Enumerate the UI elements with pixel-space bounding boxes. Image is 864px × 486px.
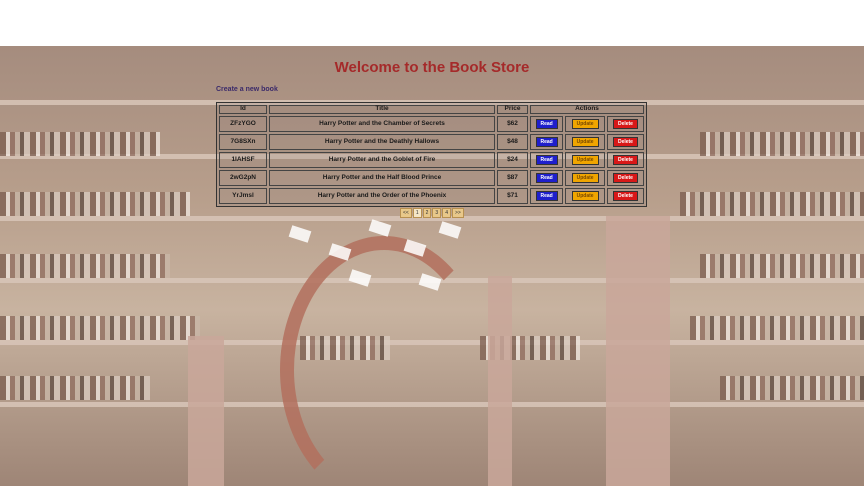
top-blank-bar — [0, 0, 864, 46]
update-button[interactable]: Update — [571, 191, 599, 201]
delete-button[interactable]: Delete — [612, 119, 638, 129]
bookshelf-books — [0, 254, 170, 278]
cell-price: $62 — [497, 116, 528, 132]
column-header-title: Title — [269, 105, 495, 114]
column-header-actions: Actions — [530, 105, 644, 114]
cell-title: Harry Potter and the Goblet of Fire — [269, 152, 495, 168]
pagination-page-3[interactable]: 3 — [432, 208, 442, 218]
delete-button[interactable]: Delete — [612, 191, 638, 201]
table-row: 1IAHSF Harry Potter and the Goblet of Fir… — [219, 152, 644, 168]
pagination-page-2[interactable]: 2 — [422, 208, 432, 218]
bookshelf-books — [0, 376, 150, 400]
pagination-page-4[interactable]: 4 — [442, 208, 451, 218]
cell-price: $87 — [497, 170, 528, 186]
bookshelf-books — [700, 254, 864, 278]
bookshelf-books — [720, 376, 864, 400]
cell-title: Harry Potter and the Deathly Hallows — [269, 134, 495, 150]
cell-action-update: Update — [565, 134, 605, 150]
cell-id: 2wG2pN — [219, 170, 267, 186]
cell-action-update: Update — [565, 116, 605, 132]
cell-title: Harry Potter and the Order of the Phoeni… — [269, 188, 495, 204]
hanging-paper — [438, 221, 462, 239]
cell-action-update: Update — [565, 170, 605, 186]
cell-price: $24 — [497, 152, 528, 168]
cell-id: YrJmsl — [219, 188, 267, 204]
pillar — [488, 276, 512, 486]
cell-action-read: Read — [530, 152, 564, 168]
cell-action-read: Read — [530, 134, 564, 150]
cell-action-delete: Delete — [606, 134, 644, 150]
spiral-staircase — [280, 236, 488, 486]
cell-action-delete: Delete — [606, 116, 644, 132]
table-row: YrJmsl Harry Potter and the Order of the … — [219, 188, 644, 204]
update-button[interactable]: Update — [571, 119, 599, 129]
bookshelf-books — [700, 132, 864, 156]
update-button[interactable]: Update — [571, 137, 599, 147]
cell-action-delete: Delete — [606, 170, 644, 186]
cell-action-delete: Delete — [606, 152, 644, 168]
table-row: 2wG2pN Harry Potter and the Half Blood Pr… — [219, 170, 644, 186]
cell-title: Harry Potter and the Half Blood Prince — [269, 170, 495, 186]
read-button[interactable]: Read — [535, 155, 558, 165]
bookshelf-books — [690, 316, 864, 340]
cell-id: 7G8SXn — [219, 134, 267, 150]
column-header-id: Id — [219, 105, 267, 114]
bookshelf-books — [0, 132, 160, 156]
update-button[interactable]: Update — [571, 173, 599, 183]
pillar — [188, 336, 224, 486]
cell-action-read: Read — [530, 170, 564, 186]
update-button[interactable]: Update — [571, 155, 599, 165]
hanging-paper — [288, 225, 312, 243]
cell-action-update: Update — [565, 152, 605, 168]
bookshelf-books — [680, 192, 864, 216]
table-row: ZFzYGO Harry Potter and the Chamber of Se… — [219, 116, 644, 132]
cell-price: $71 — [497, 188, 528, 204]
cell-action-delete: Delete — [606, 188, 644, 204]
read-button[interactable]: Read — [535, 173, 558, 183]
pagination: << 1 2 3 4 >> — [400, 208, 464, 218]
read-button[interactable]: Read — [535, 191, 558, 201]
cell-id: 1IAHSF — [219, 152, 267, 168]
books-table: Id Title Price Actions ZFzYGO Harry Potte… — [216, 102, 647, 207]
pagination-page-1[interactable]: 1 — [412, 208, 422, 218]
delete-button[interactable]: Delete — [612, 137, 638, 147]
bookshelf-books — [0, 316, 200, 340]
create-book-link[interactable]: Create a new book — [216, 86, 278, 93]
hanging-paper — [368, 219, 392, 237]
table-header-row: Id Title Price Actions — [219, 105, 644, 114]
cell-action-read: Read — [530, 188, 564, 204]
cell-action-update: Update — [565, 188, 605, 204]
pagination-next-button[interactable]: >> — [451, 208, 464, 218]
delete-button[interactable]: Delete — [612, 173, 638, 183]
delete-button[interactable]: Delete — [612, 155, 638, 165]
page-title: Welcome to the Book Store — [334, 59, 530, 76]
cell-price: $48 — [497, 134, 528, 150]
column-header-price: Price — [497, 105, 528, 114]
read-button[interactable]: Read — [535, 137, 558, 147]
cell-title: Harry Potter and the Chamber of Secrets — [269, 116, 495, 132]
table-row: 7G8SXn Harry Potter and the Deathly Hallo… — [219, 134, 644, 150]
cell-id: ZFzYGO — [219, 116, 267, 132]
cell-action-read: Read — [530, 116, 564, 132]
pillar — [606, 216, 670, 486]
read-button[interactable]: Read — [535, 119, 558, 129]
pagination-prev-button[interactable]: << — [400, 208, 412, 218]
bookshelf-books — [0, 192, 190, 216]
table-body: ZFzYGO Harry Potter and the Chamber of Se… — [219, 116, 644, 204]
